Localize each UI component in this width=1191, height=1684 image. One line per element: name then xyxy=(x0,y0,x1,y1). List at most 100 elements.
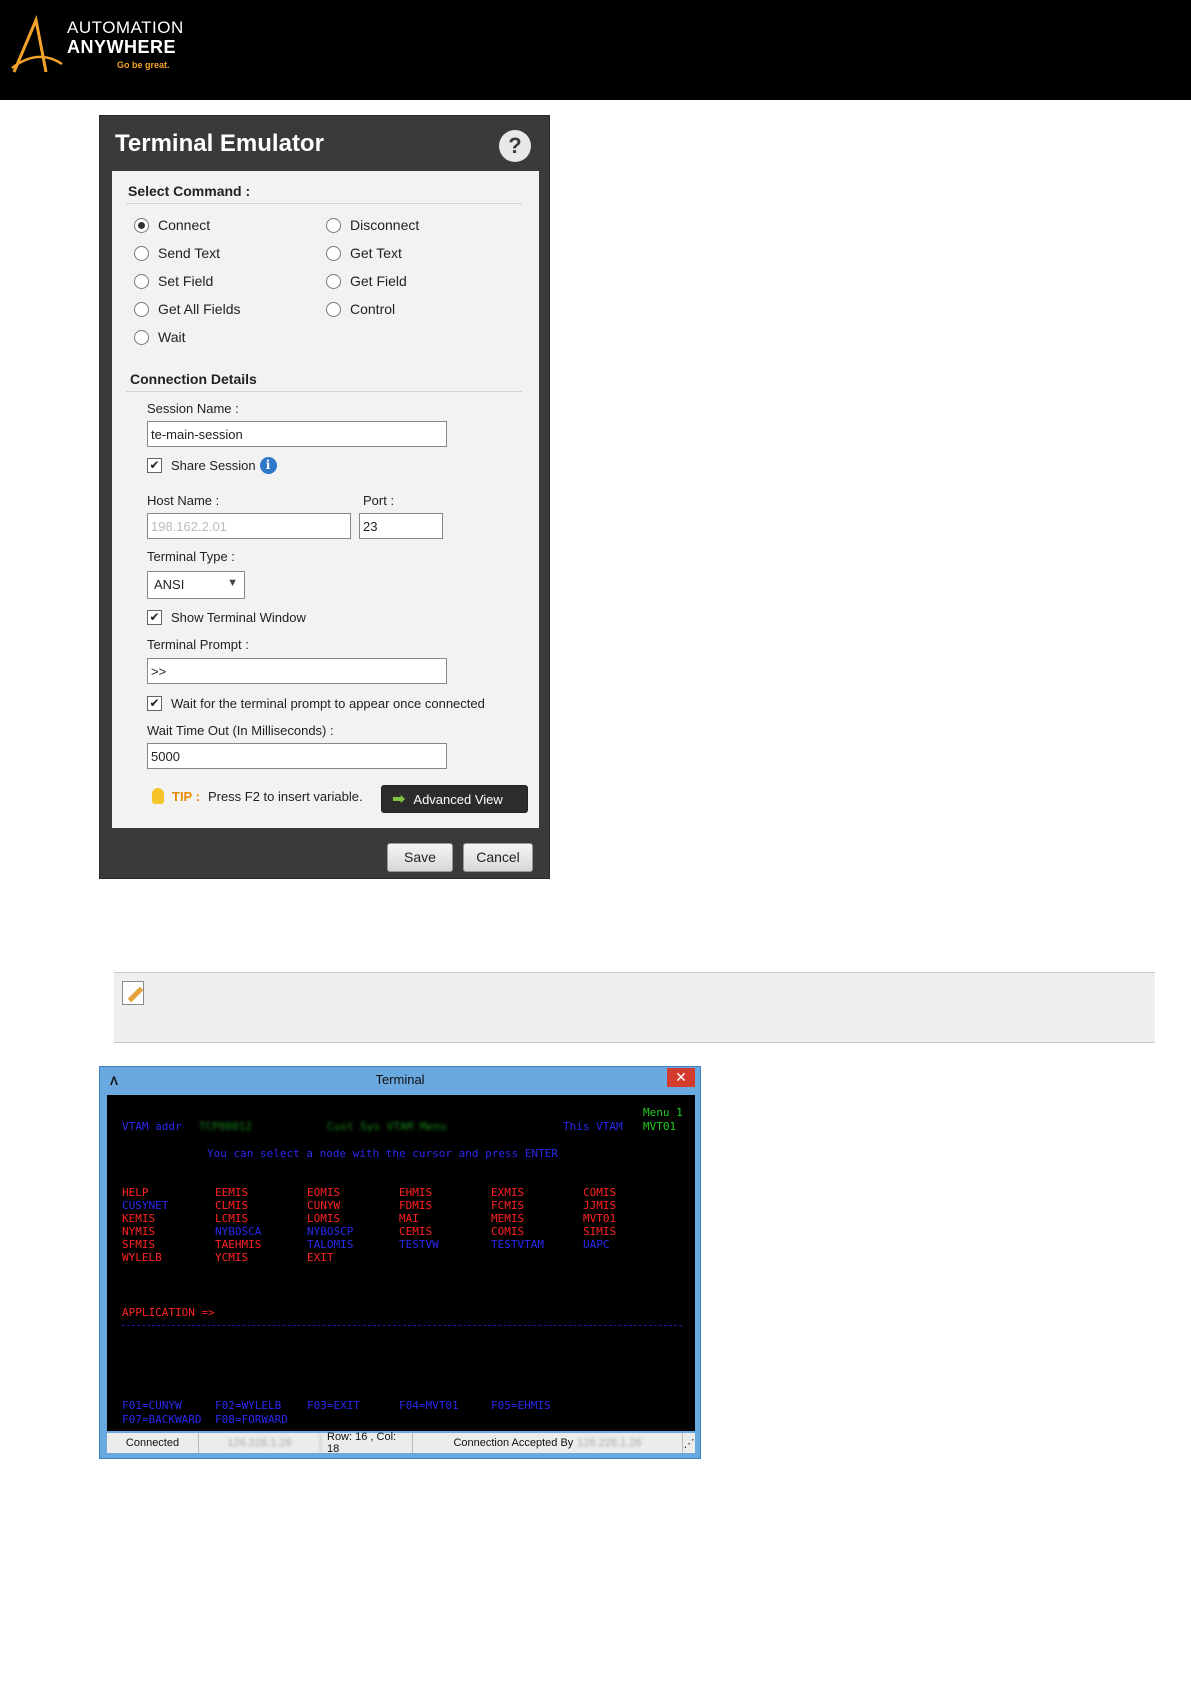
terminal-screen[interactable]: Menu 1 VTAM addr TCP00012 Cust Sys VTAM … xyxy=(107,1095,695,1431)
menu-label: Menu 1 xyxy=(643,1106,683,1119)
radio-button[interactable] xyxy=(326,301,341,317)
node-item[interactable]: FCMIS xyxy=(491,1199,524,1212)
node-item[interactable]: EOMIS xyxy=(307,1186,340,1199)
terminal-type-value: ANSI xyxy=(154,577,185,592)
radio-control[interactable]: Control xyxy=(326,301,395,317)
close-button[interactable]: ✕ xyxy=(667,1068,695,1087)
radio-get-text[interactable]: Get Text xyxy=(326,245,402,261)
radio-button[interactable] xyxy=(134,301,149,317)
wait-timeout-label: Wait Time Out (In Milliseconds) : xyxy=(147,723,334,738)
node-item[interactable]: CUSYNET xyxy=(122,1199,168,1212)
node-item[interactable]: EXIT xyxy=(307,1251,334,1264)
show-terminal-window-label: Show Terminal Window xyxy=(171,610,306,625)
automation-anywhere-logo: AUTOMATION ANYWHERE Go be great. xyxy=(10,14,190,78)
tip-row: TIP : Press F2 to insert variable. xyxy=(152,788,363,804)
terminal-emulator-dialog: Terminal Emulator ? Select Command : Con… xyxy=(99,115,550,879)
status-position: Row: 16 , Col: 18 xyxy=(321,1431,413,1455)
share-session-checkbox[interactable]: ✔ Share Session i xyxy=(147,457,277,474)
port-input[interactable] xyxy=(359,513,443,539)
node-item[interactable]: TAEHMIS xyxy=(215,1238,261,1251)
note-box xyxy=(114,972,1155,1043)
arrow-right-icon: ➡ xyxy=(392,791,406,808)
terminal-type-label: Terminal Type : xyxy=(147,549,235,564)
select-command-heading: Select Command : xyxy=(128,183,251,199)
node-item[interactable]: MAI xyxy=(399,1212,419,1225)
advanced-view-button[interactable]: ➡ Advanced View xyxy=(381,785,528,813)
tip-text: Press F2 to insert variable. xyxy=(207,788,363,804)
node-item[interactable]: KEMIS xyxy=(122,1212,155,1225)
terminal-type-select[interactable]: ANSI ▼ xyxy=(147,571,245,599)
node-item[interactable]: FDMIS xyxy=(399,1199,432,1212)
radio-send-text[interactable]: Send Text xyxy=(134,245,220,261)
radio-button[interactable] xyxy=(326,273,341,289)
node-item[interactable]: EXMIS xyxy=(491,1186,524,1199)
radio-button-selected[interactable] xyxy=(134,217,149,233)
radio-button[interactable] xyxy=(134,245,149,261)
tip-key: TIP : xyxy=(172,788,200,804)
this-vtam-value: MVT01 xyxy=(643,1120,677,1133)
radio-label: Wait xyxy=(158,329,186,345)
radio-disconnect[interactable]: Disconnect xyxy=(326,217,419,233)
terminal-window: Λ Terminal ✕ Menu 1 VTAM addr TCP00012 C… xyxy=(99,1066,701,1459)
status-accepted-label: Connection Accepted By xyxy=(453,1437,574,1449)
node-item[interactable]: COMIS xyxy=(491,1225,524,1238)
node-item[interactable]: SFMIS xyxy=(122,1238,155,1251)
radio-wait[interactable]: Wait xyxy=(134,329,185,345)
node-item[interactable]: NYBOSCP xyxy=(307,1225,353,1238)
radio-get-all-fields[interactable]: Get All Fields xyxy=(134,301,240,317)
pencil-note-icon xyxy=(122,981,144,1005)
cancel-button[interactable]: Cancel xyxy=(463,843,533,872)
node-item[interactable]: NYBOSCA xyxy=(215,1225,261,1238)
node-item[interactable]: CUNYW xyxy=(307,1199,340,1212)
logo-line2: ANYWHERE xyxy=(67,37,177,57)
radio-button[interactable] xyxy=(326,245,341,261)
save-button[interactable]: Save xyxy=(387,843,453,872)
connection-details-heading: Connection Details xyxy=(130,371,257,387)
radio-button[interactable] xyxy=(326,217,341,233)
node-item[interactable]: CEMIS xyxy=(399,1225,432,1238)
host-name-input[interactable] xyxy=(147,513,351,539)
checkbox-box[interactable]: ✔ xyxy=(147,458,162,473)
node-item[interactable]: TALOMIS xyxy=(307,1238,353,1251)
terminal-status-bar: Connected 126.226.1.26 Row: 16 , Col: 18… xyxy=(107,1431,695,1455)
resize-grip-icon[interactable]: ⋰ xyxy=(683,1433,695,1453)
wait-prompt-label: Wait for the terminal prompt to appear o… xyxy=(171,696,485,711)
node-item[interactable]: NYMIS xyxy=(122,1225,155,1238)
node-item[interactable]: HELP xyxy=(122,1186,149,1199)
wait-timeout-input[interactable] xyxy=(147,743,447,769)
radio-get-field[interactable]: Get Field xyxy=(326,273,407,289)
terminal-prompt-label: Terminal Prompt : xyxy=(147,637,249,652)
node-item[interactable]: EEMIS xyxy=(215,1186,248,1199)
wait-prompt-checkbox[interactable]: ✔ Wait for the terminal prompt to appear… xyxy=(147,696,485,711)
fkey-f07: F07=BACKWARD xyxy=(122,1413,202,1426)
show-terminal-window-checkbox[interactable]: ✔ Show Terminal Window xyxy=(147,610,306,625)
node-item[interactable]: TESTVW xyxy=(399,1238,439,1251)
logo-tagline: Go be great. xyxy=(117,60,170,70)
node-item[interactable]: CLMIS xyxy=(215,1199,248,1212)
radio-set-field[interactable]: Set Field xyxy=(134,273,213,289)
checkbox-box[interactable]: ✔ xyxy=(147,610,162,625)
node-item[interactable]: WYLELB xyxy=(122,1251,162,1264)
divider xyxy=(126,203,522,204)
node-item[interactable]: COMIS xyxy=(583,1186,616,1199)
node-item[interactable]: JJMIS xyxy=(583,1199,616,1212)
node-item[interactable]: EHMIS xyxy=(399,1186,432,1199)
radio-label: Connect xyxy=(158,217,211,233)
node-item[interactable]: MEMIS xyxy=(491,1212,524,1225)
node-item[interactable]: LOMIS xyxy=(307,1212,340,1225)
node-item[interactable]: LCMIS xyxy=(215,1212,248,1225)
node-item[interactable]: SIMIS xyxy=(583,1225,616,1238)
terminal-prompt-input[interactable] xyxy=(147,658,447,684)
radio-connect[interactable]: Connect xyxy=(134,217,210,233)
system-name: Cust Sys VTAM Menu xyxy=(327,1120,447,1133)
node-item[interactable]: YCMIS xyxy=(215,1251,248,1264)
node-item[interactable]: UAPC xyxy=(583,1238,610,1251)
node-item[interactable]: TESTVTAM xyxy=(491,1238,544,1251)
node-item[interactable]: MVT01 xyxy=(583,1212,616,1225)
help-icon[interactable]: ? xyxy=(499,130,531,162)
radio-button[interactable] xyxy=(134,273,149,289)
radio-button[interactable] xyxy=(134,329,149,345)
checkbox-box[interactable]: ✔ xyxy=(147,696,162,711)
session-name-input[interactable] xyxy=(147,421,447,447)
info-icon[interactable]: i xyxy=(259,457,277,474)
